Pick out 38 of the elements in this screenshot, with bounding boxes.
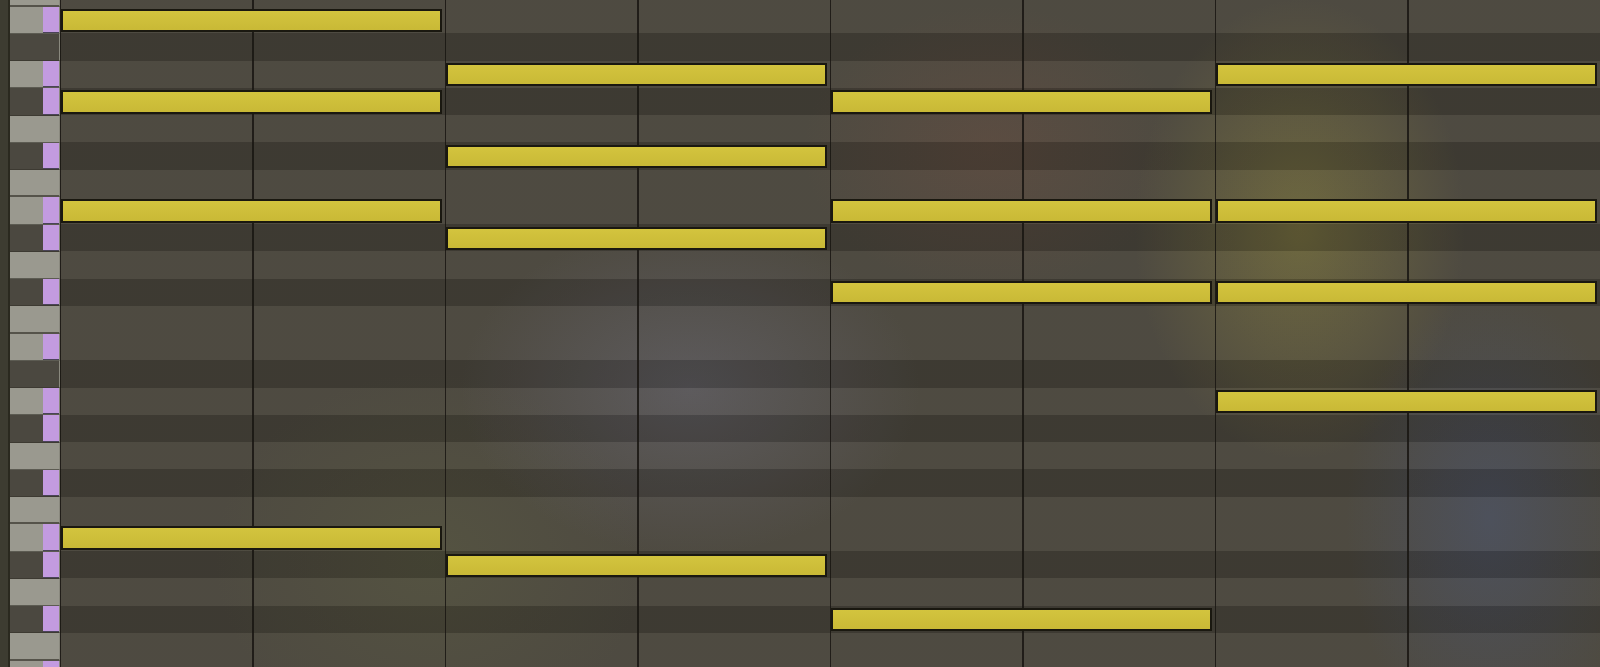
piano-key[interactable]	[10, 142, 60, 170]
piano-key[interactable]	[10, 469, 60, 497]
piano-key[interactable]	[10, 170, 60, 198]
piano-key[interactable]	[10, 197, 60, 225]
note-block[interactable]	[446, 144, 827, 168]
piano-key[interactable]	[10, 633, 60, 661]
note-block[interactable]	[61, 199, 442, 223]
piano-key[interactable]	[10, 61, 60, 89]
note-block[interactable]	[831, 199, 1212, 223]
note-block[interactable]	[831, 608, 1212, 632]
piano-key[interactable]	[10, 578, 60, 606]
piano-key[interactable]	[10, 551, 60, 579]
note-block[interactable]	[446, 226, 827, 250]
piano-key[interactable]	[10, 115, 60, 143]
note-block[interactable]	[61, 90, 442, 114]
note-block[interactable]	[831, 90, 1212, 114]
piano-key[interactable]	[10, 415, 60, 443]
piano-key[interactable]	[10, 279, 60, 307]
piano-key[interactable]	[10, 306, 60, 334]
note-block[interactable]	[1216, 63, 1597, 87]
piano-key[interactable]	[10, 333, 60, 361]
piano-key[interactable]	[10, 224, 60, 252]
note-block[interactable]	[1216, 390, 1597, 414]
note-block[interactable]	[61, 8, 442, 32]
piano-key[interactable]	[10, 442, 60, 470]
piano-key[interactable]	[10, 524, 60, 552]
piano-key[interactable]	[10, 388, 60, 416]
piano-key[interactable]	[10, 606, 60, 634]
note-block[interactable]	[831, 281, 1212, 305]
piano-key[interactable]	[10, 6, 60, 34]
note-block[interactable]	[1216, 199, 1597, 223]
piano-key[interactable]	[10, 251, 60, 279]
note-block[interactable]	[1216, 281, 1597, 305]
piano-key[interactable]	[10, 497, 60, 525]
note-block[interactable]	[446, 553, 827, 577]
note-block[interactable]	[446, 63, 827, 87]
note-block[interactable]	[61, 526, 442, 550]
piano-key[interactable]	[10, 88, 60, 116]
